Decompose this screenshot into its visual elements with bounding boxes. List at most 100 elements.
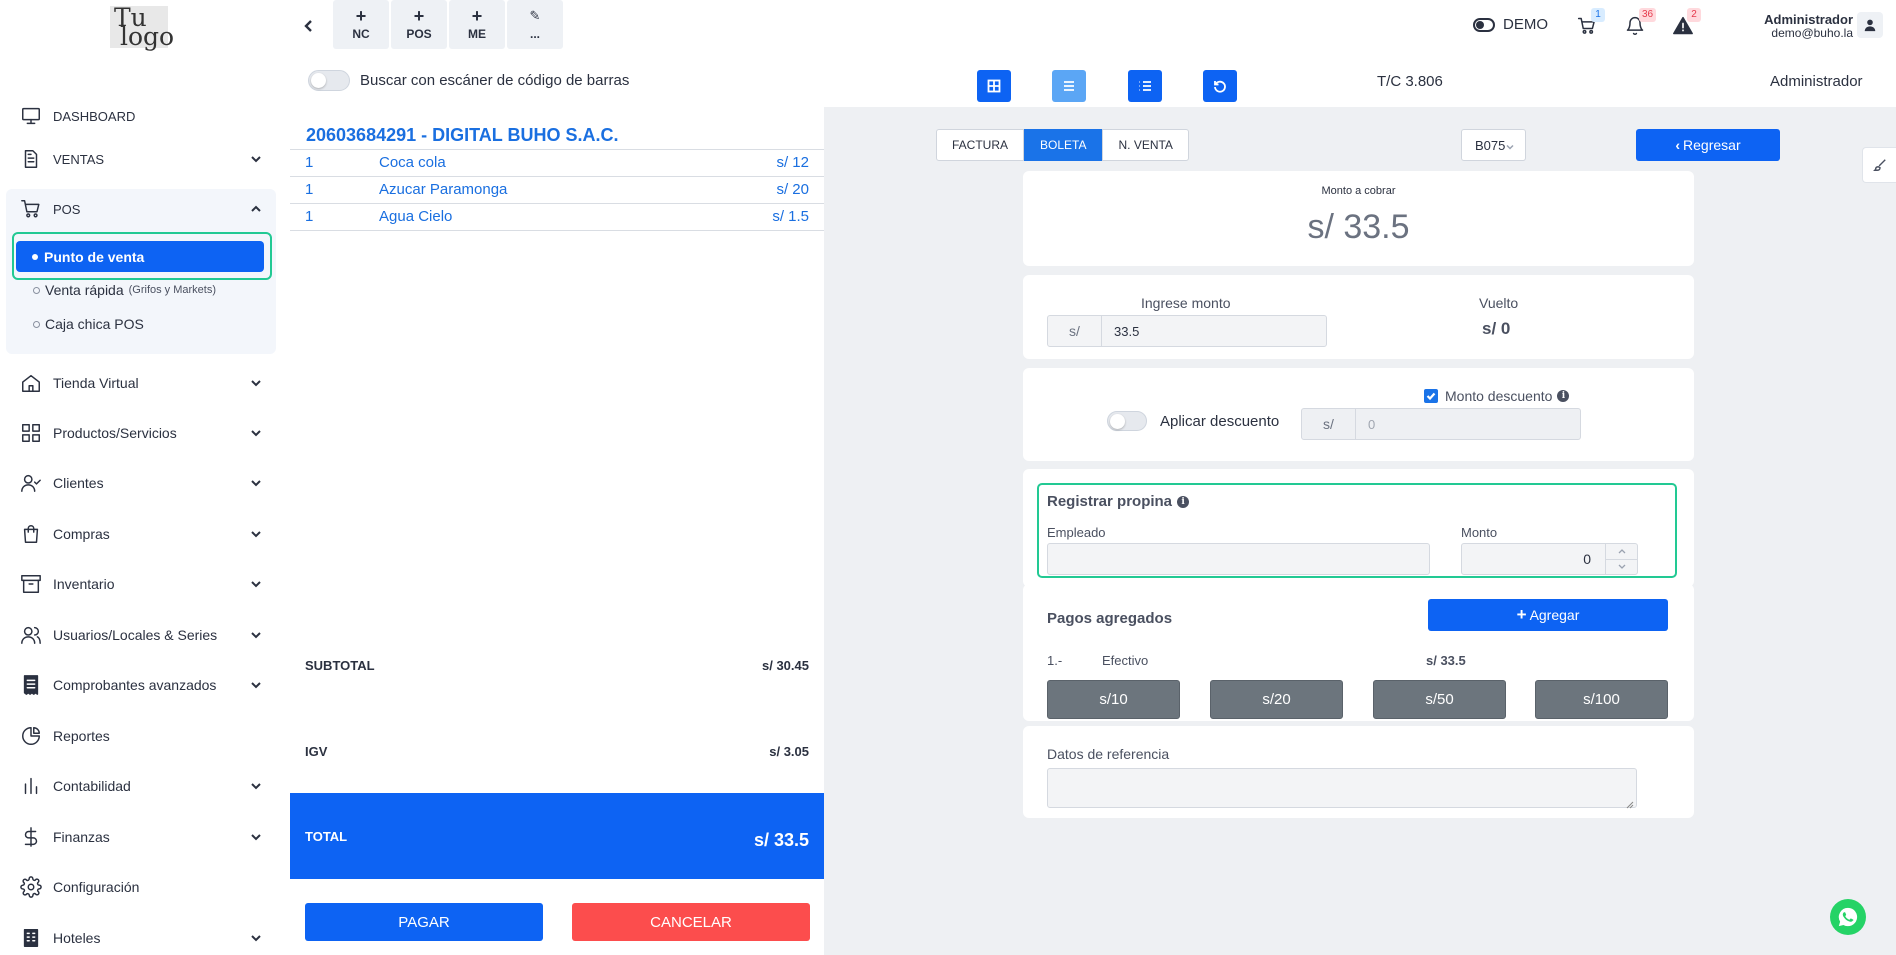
serie-select[interactable]: B075 xyxy=(1461,129,1526,161)
alerts-button[interactable]: 2 xyxy=(1673,8,1701,40)
payment-amount: s/ 33.5 xyxy=(1426,653,1466,668)
input-placeholder: 0 xyxy=(1368,416,1376,432)
stepper-down-button[interactable] xyxy=(1606,560,1637,575)
cart-button[interactable]: 1 xyxy=(1577,8,1605,40)
sidebar-item-tienda-virtual[interactable]: Tienda Virtual xyxy=(18,368,270,398)
stepper-up-button[interactable] xyxy=(1606,544,1637,560)
add-payment-label: Agregar xyxy=(1529,607,1580,623)
ingrese-monto-label: Ingrese monto xyxy=(1141,295,1231,311)
subitem-label: Caja chica POS xyxy=(45,316,144,332)
amount-input-card: Ingrese monto s/ 33.5 Vuelto s/ 0 xyxy=(1023,275,1694,359)
cash-10-button[interactable]: s/10 xyxy=(1047,680,1180,719)
demo-toggle[interactable]: DEMO xyxy=(1473,16,1548,33)
sidebar-item-comprobantes[interactable]: Comprobantes avanzados xyxy=(18,670,270,700)
serie-value: B075 xyxy=(1475,137,1506,153)
whatsapp-button[interactable] xyxy=(1830,899,1866,935)
chevron-down-icon xyxy=(250,528,262,540)
amount-value: s/ 33.5 xyxy=(1307,208,1410,246)
cancel-button[interactable]: CANCELAR xyxy=(572,903,810,941)
reference-textarea[interactable] xyxy=(1047,768,1637,809)
plus-icon: + xyxy=(413,6,425,26)
plus-icon: + xyxy=(1516,605,1527,624)
sidebar-item-label: Finanzas xyxy=(53,829,110,845)
exchange-rate: T/C 3.806 xyxy=(1377,73,1443,90)
sidebar-item-pos[interactable]: POS xyxy=(18,194,270,224)
cash-20-button[interactable]: s/20 xyxy=(1210,680,1343,719)
subitem-note: (Grifos y Markets) xyxy=(128,284,217,296)
more-actions-button[interactable]: ✎ ... xyxy=(507,0,563,49)
resize-grip-icon[interactable] xyxy=(1626,797,1634,809)
sidebar-subitem-punto-de-venta[interactable]: Punto de venta xyxy=(16,241,264,272)
sidebar-item-contabilidad[interactable]: Contabilidad xyxy=(18,771,270,801)
plus-icon: + xyxy=(355,6,367,26)
pay-button[interactable]: PAGAR xyxy=(305,903,543,941)
logo[interactable]: Tu logo xyxy=(110,5,174,49)
sidebar-subitem-venta-rapida[interactable]: Venta rápida (Grifos y Markets) xyxy=(33,282,216,298)
new-pos-button[interactable]: + POS xyxy=(391,0,447,49)
cart-icon xyxy=(18,196,44,222)
sidebar-item-productos[interactable]: Productos/Servicios xyxy=(18,418,270,448)
detailed-list-button[interactable] xyxy=(1128,70,1162,102)
sidebar-item-label: Reportes xyxy=(53,728,110,744)
back-label: Regresar xyxy=(1683,137,1741,153)
tab-boleta[interactable]: BOLETA xyxy=(1024,129,1103,161)
apply-discount-label: Aplicar descuento xyxy=(1160,412,1280,430)
chevron-left-icon: ‹ xyxy=(1675,137,1681,153)
sidebar-item-inventario[interactable]: Inventario xyxy=(18,569,270,599)
brush-icon xyxy=(1872,159,1886,171)
item-name: Agua Cielo xyxy=(379,208,453,225)
apply-discount-toggle[interactable] xyxy=(1107,411,1147,431)
total-label: TOTAL xyxy=(305,829,348,844)
whatsapp-icon xyxy=(1838,907,1858,927)
back-button[interactable]: ‹ Regresar xyxy=(1636,129,1780,161)
list-item[interactable]: 1 Agua Cielo s/ 1.5 xyxy=(290,204,824,231)
total-value: s/ 33.5 xyxy=(753,830,809,850)
empleado-input[interactable] xyxy=(1047,543,1430,575)
refresh-button[interactable] xyxy=(1203,70,1237,102)
collapse-sidebar-button[interactable] xyxy=(302,14,324,38)
sidebar-item-usuarios[interactable]: Usuarios/Locales & Series xyxy=(18,620,270,650)
new-nc-button[interactable]: + NC xyxy=(333,0,389,49)
customer-name[interactable]: 20603684291 - DIGITAL BUHO S.A.C. xyxy=(306,125,618,146)
igv-label: IGV xyxy=(305,744,328,759)
new-me-button[interactable]: + ME xyxy=(449,0,505,49)
tab-nota-venta[interactable]: N. VENTA xyxy=(1102,129,1189,161)
sidebar-item-dashboard[interactable]: DASHBOARD xyxy=(18,101,270,131)
bullet-list-icon xyxy=(1139,81,1151,91)
discount-amount-checkbox[interactable] xyxy=(1424,389,1438,403)
list-view-button[interactable] xyxy=(1052,70,1086,102)
cash-100-button[interactable]: s/100 xyxy=(1535,680,1668,719)
customizer-tab[interactable] xyxy=(1862,147,1896,183)
subtotal-label: SUBTOTAL xyxy=(305,658,375,673)
sidebar-subitem-caja-chica[interactable]: Caja chica POS xyxy=(33,316,144,332)
sidebar-item-configuracion[interactable]: Configuración xyxy=(18,872,270,902)
sidebar-item-hoteles[interactable]: Hoteles xyxy=(18,923,270,953)
item-name: Azucar Paramonga xyxy=(379,181,508,198)
add-payment-button[interactable]: + Agregar xyxy=(1428,599,1668,631)
info-icon: i xyxy=(1177,495,1190,508)
sidebar-item-reportes[interactable]: Reportes xyxy=(18,721,270,751)
list-item[interactable]: 1 Azucar Paramonga s/ 20 xyxy=(290,177,824,204)
monitor-icon xyxy=(18,103,44,129)
list-item[interactable]: 1 Coca cola s/ 12 xyxy=(290,150,824,177)
tab-factura[interactable]: FACTURA xyxy=(936,129,1025,161)
ingrese-monto-input[interactable]: s/ 33.5 xyxy=(1047,315,1327,347)
list-icon xyxy=(1064,81,1074,91)
sidebar-item-ventas[interactable]: VENTAS xyxy=(18,144,270,174)
cash-50-button[interactable]: s/50 xyxy=(1373,680,1506,719)
tip-amount-stepper[interactable]: 0 xyxy=(1461,543,1638,575)
user-menu[interactable]: Administrador demo@buho.la xyxy=(1743,12,1853,40)
reference-label: Datos de referencia xyxy=(1047,746,1170,762)
grid-view-button[interactable] xyxy=(977,70,1011,102)
avatar[interactable] xyxy=(1857,12,1883,38)
sidebar-item-finanzas[interactable]: Finanzas xyxy=(18,822,270,852)
barcode-scanner-toggle[interactable] xyxy=(308,70,350,91)
notifications-button[interactable]: 36 xyxy=(1625,8,1657,40)
sidebar-item-clientes[interactable]: Clientes xyxy=(18,468,270,498)
tip-title-text: Registrar propina xyxy=(1047,493,1173,510)
alerts-badge: 2 xyxy=(1687,8,1701,22)
home-icon xyxy=(18,370,44,396)
sidebar-item-compras[interactable]: Compras xyxy=(18,519,270,549)
discount-amount-input[interactable]: s/ 0 xyxy=(1301,408,1581,440)
item-price: s/ 1.5 xyxy=(772,208,809,225)
